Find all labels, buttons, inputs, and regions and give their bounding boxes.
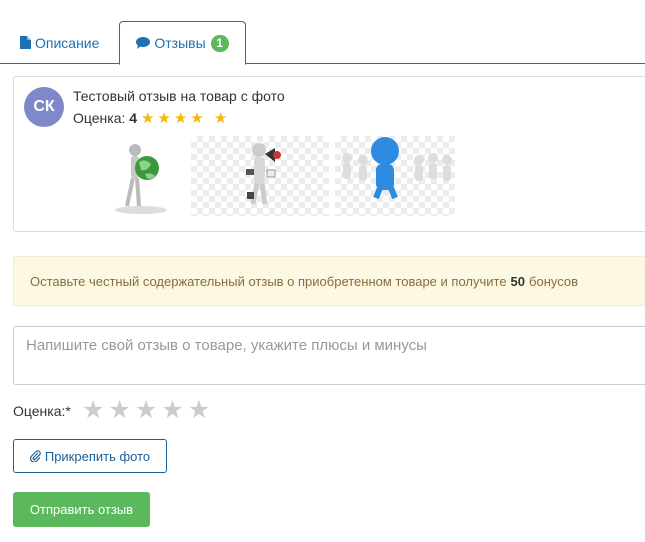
review-rating: Оценка: 4 ★★★★ ★ bbox=[73, 109, 230, 127]
rating-star-icon[interactable]: ★ bbox=[108, 396, 130, 424]
tabs-divider bbox=[0, 63, 645, 64]
tab-reviews[interactable]: Отзывы 1 bbox=[119, 21, 246, 65]
review-card: СК Тестовый отзыв на товар с фото Оценка… bbox=[13, 76, 645, 232]
attach-photo-label: Прикрепить фото bbox=[44, 448, 151, 464]
rating-star-icon[interactable]: ★ bbox=[188, 396, 210, 424]
rating-label: Оценка:* bbox=[13, 403, 71, 419]
review-photo-1[interactable] bbox=[97, 136, 185, 216]
avatar: СК bbox=[24, 87, 64, 127]
review-rating-label: Оценка: bbox=[73, 110, 126, 126]
rating-star-icon[interactable]: ★ bbox=[161, 396, 183, 424]
review-photos bbox=[97, 136, 455, 216]
review-photo-2[interactable] bbox=[191, 136, 329, 216]
notice-text: Оставьте честный содержательный отзыв о … bbox=[30, 273, 507, 289]
tab-reviews-label: Отзывы bbox=[154, 35, 206, 51]
rating-star-icon[interactable]: ★ bbox=[135, 396, 157, 424]
review-stars: ★★★★ ★ bbox=[140, 110, 231, 127]
review-text: Тестовый отзыв на товар с фото bbox=[73, 88, 285, 104]
rating-star-icon[interactable]: ★ bbox=[82, 396, 104, 424]
tab-description-label: Описание bbox=[35, 34, 100, 51]
tabs-bar: Описание Отзывы 1 bbox=[0, 0, 645, 65]
review-photo-3[interactable] bbox=[335, 136, 455, 216]
comment-icon bbox=[136, 37, 151, 49]
rating-stars-input: ★ ★ ★ ★ ★ bbox=[82, 396, 210, 424]
tab-description[interactable]: Описание bbox=[20, 22, 99, 63]
paperclip-icon bbox=[29, 450, 41, 462]
attach-photo-button[interactable]: Прикрепить фото bbox=[13, 439, 167, 473]
submit-review-button[interactable]: Отправить отзыв bbox=[13, 492, 150, 527]
document-icon bbox=[20, 36, 31, 49]
reviews-count-badge: 1 bbox=[210, 34, 229, 52]
notice-text-end: бонусов bbox=[529, 273, 579, 289]
bonus-notice: Оставьте честный содержательный отзыв о … bbox=[13, 256, 645, 306]
review-textarea[interactable]: Напишите свой отзыв о товаре, укажите пл… bbox=[13, 326, 645, 385]
notice-bonus-amount: 50 bbox=[510, 273, 526, 289]
review-rating-value: 4 bbox=[129, 110, 138, 126]
